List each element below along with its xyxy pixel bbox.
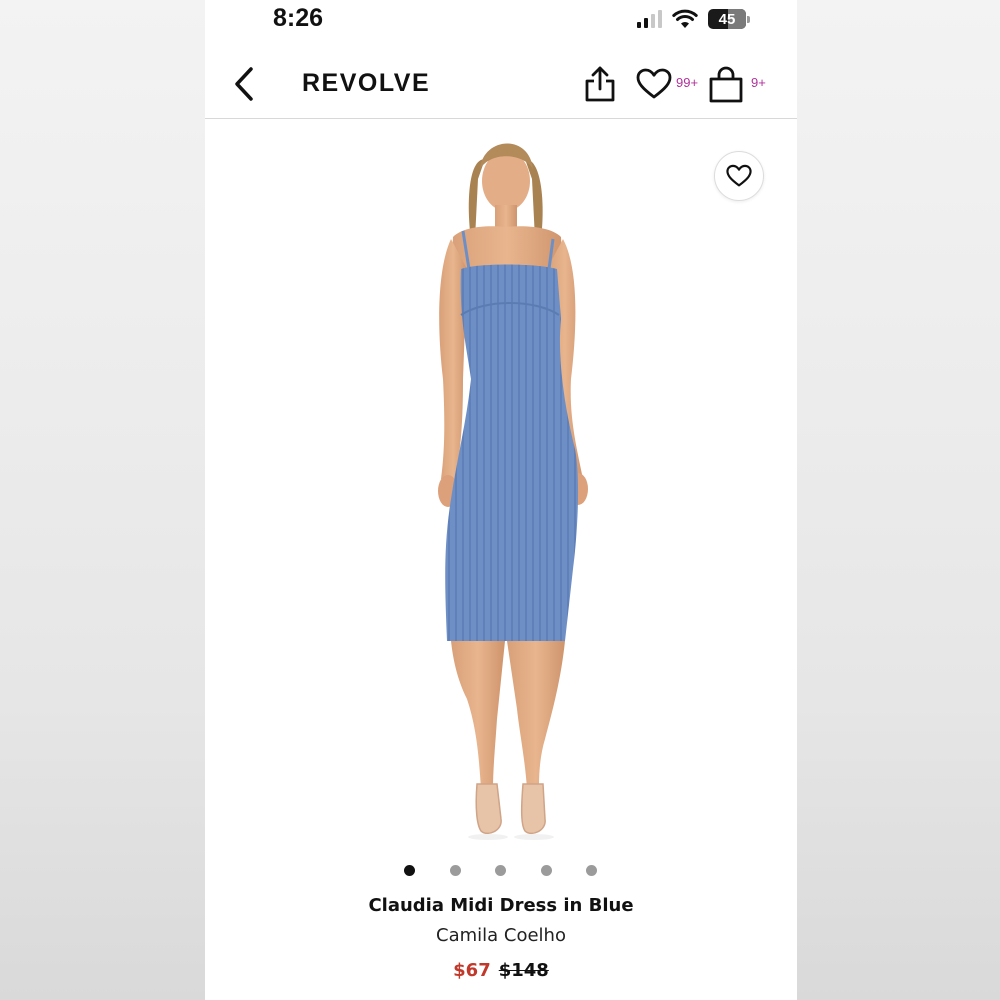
- chevron-left-icon[interactable]: [227, 64, 263, 104]
- brand-logo[interactable]: REVOLVE: [302, 69, 430, 98]
- battery-icon: 45: [708, 9, 750, 29]
- product-image[interactable]: [205, 119, 797, 854]
- heart-icon: [726, 164, 752, 187]
- status-time: 8:26: [273, 4, 324, 32]
- carousel-dot[interactable]: [450, 865, 461, 876]
- phone-screen: 8:26 45 REVOLVE 99+ 9+ Claudia Midi Dres…: [205, 0, 797, 1000]
- carousel-dot[interactable]: [586, 865, 597, 876]
- product-title: Claudia Midi Dress in Blue: [368, 895, 634, 916]
- original-price: $148: [498, 960, 549, 981]
- bag-count-badge: 9+: [751, 75, 766, 90]
- favorite-button[interactable]: [714, 151, 764, 201]
- wifi-icon: [672, 9, 698, 28]
- background-left: [0, 0, 205, 1000]
- shopping-bag-icon[interactable]: [708, 65, 744, 103]
- background-right: [797, 0, 1000, 1000]
- wishlist-count-badge: 99+: [676, 75, 699, 90]
- image-carousel-dots: [205, 865, 797, 877]
- battery-level: 45: [718, 10, 736, 28]
- carousel-dot[interactable]: [495, 865, 506, 876]
- nav-bar: REVOLVE 99+ 9+: [205, 56, 797, 119]
- carousel-dot[interactable]: [404, 865, 415, 876]
- status-icons: 45: [637, 6, 750, 32]
- wishlist-heart-icon[interactable]: [636, 68, 672, 100]
- sale-price: $67: [453, 960, 491, 981]
- product-price: $67 $148: [205, 960, 797, 981]
- share-icon[interactable]: [583, 64, 617, 104]
- cellular-signal-icon: [637, 10, 662, 28]
- carousel-dot[interactable]: [541, 865, 552, 876]
- product-designer[interactable]: Camila Coelho: [205, 925, 797, 946]
